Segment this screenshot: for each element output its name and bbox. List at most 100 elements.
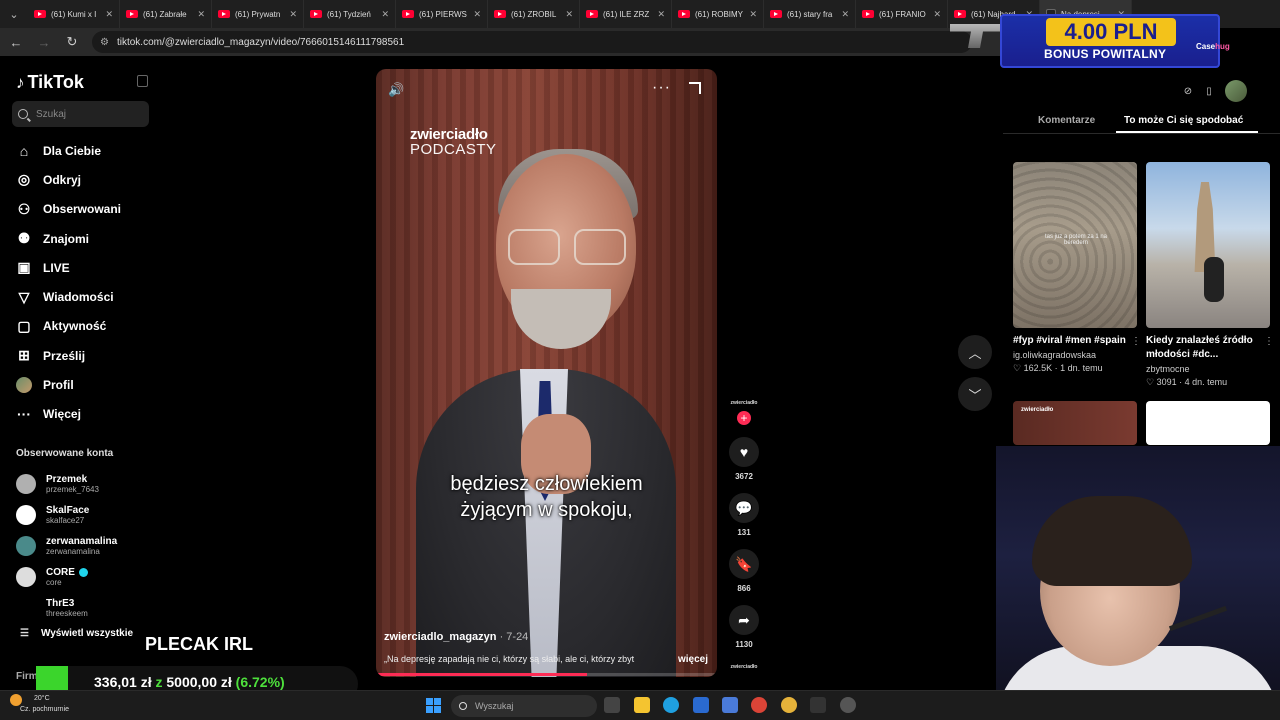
app-icon[interactable]: [840, 697, 856, 713]
recommended-card[interactable]: zwierciadło: [1013, 401, 1137, 445]
close-tab-icon[interactable]: ✕: [749, 9, 757, 20]
promo-logo-a: Case: [1196, 42, 1216, 51]
browser-tab[interactable]: (61) ILE ZRZ ✕: [580, 0, 672, 28]
store-icon[interactable]: [693, 697, 709, 713]
browser-tab[interactable]: (61) Zabrałe ✕: [120, 0, 212, 28]
card-menu-icon[interactable]: ⋮: [1131, 336, 1141, 347]
close-tab-icon[interactable]: ✕: [933, 9, 941, 20]
sidebar-item-profil[interactable]: Profil: [16, 370, 121, 399]
fullscreen-icon[interactable]: [689, 82, 701, 94]
browser-tab[interactable]: (61) ZROBIL ✕: [488, 0, 580, 28]
video-player[interactable]: zwierciadło PODCASTY 🔊 ··· będziesz czło…: [376, 69, 717, 677]
previous-video-chevron-up-icon[interactable]: ︿: [958, 335, 992, 369]
avatar: [16, 504, 36, 525]
sidebar-item-odkryj[interactable]: ◎ Odkryj: [16, 165, 121, 194]
task-view-icon[interactable]: [604, 697, 620, 713]
followed-account[interactable]: zerwanamalina zerwanamalina: [16, 530, 117, 561]
video-progress-bar[interactable]: [376, 673, 717, 676]
card-likes: 162.5K: [1023, 363, 1053, 373]
recommended-card[interactable]: [1146, 401, 1270, 445]
video-author[interactable]: zwierciadlo_magazyn · 7-24: [384, 631, 528, 643]
recommended-card[interactable]: tas juz a potem za 1 na beredern #fyp #v…: [1013, 162, 1141, 374]
browser-tab[interactable]: (61) stary fra ✕: [764, 0, 856, 28]
caption-more-button[interactable]: więcej: [678, 654, 708, 665]
bookmark-icon[interactable]: 🔖: [729, 549, 759, 579]
followed-account[interactable]: SkalFace skalface27: [16, 499, 117, 530]
taskbar-search[interactable]: Wyszukaj: [451, 695, 597, 717]
epic-games-icon[interactable]: [810, 697, 826, 713]
close-tab-icon[interactable]: ✕: [473, 9, 481, 20]
followed-account[interactable]: ThrE3 threeskeem: [16, 592, 117, 623]
creator-avatar[interactable]: zwierciadło: [725, 400, 763, 406]
chrome-active-icon[interactable]: [781, 697, 797, 713]
sidebar-item-wiadomości[interactable]: ▽ Wiadomości: [16, 282, 121, 311]
recommended-card[interactable]: Kiedy znalazłeś źródło młodości #dc... z…: [1146, 162, 1274, 388]
card-title[interactable]: #fyp #viral #men #spain: [1013, 334, 1131, 348]
volume-icon[interactable]: 🔊: [388, 82, 404, 98]
close-tab-icon[interactable]: ✕: [197, 9, 205, 20]
card-user[interactable]: zbytmocne: [1146, 364, 1270, 374]
browser-tab[interactable]: (61) Tydzień ✕: [304, 0, 396, 28]
explore-icon[interactable]: ⊘: [1179, 82, 1197, 100]
tab-comments[interactable]: Komentarze: [1038, 115, 1095, 126]
close-tab-icon[interactable]: ✕: [381, 9, 389, 20]
tab-search-icon[interactable]: ⌄: [0, 0, 28, 28]
more-options-icon[interactable]: ···: [652, 79, 671, 97]
verified-icon: [78, 567, 88, 577]
sidebar-item-więcej[interactable]: ··· Więcej: [16, 400, 121, 429]
forward-icon[interactable]: →: [32, 30, 56, 54]
comment-icon[interactable]: 💬: [729, 493, 759, 523]
close-tab-icon[interactable]: ✕: [565, 9, 573, 20]
browser-tab[interactable]: (61) PIERWS ✕: [396, 0, 488, 28]
sidebar-item-live[interactable]: ▣ LIVE: [16, 253, 121, 282]
weather-widget[interactable]: 20°C Cz. pochmurnie: [20, 693, 69, 715]
sidebar-item-dla-ciebie[interactable]: ⌂ Dla Ciebie: [16, 136, 121, 165]
close-tab-icon[interactable]: ✕: [105, 9, 113, 20]
tab-label: (61) PIERWS: [419, 9, 467, 19]
tab-label: (61) stary fra: [787, 9, 833, 19]
file-explorer-icon[interactable]: [634, 697, 650, 713]
close-tab-icon[interactable]: ✕: [657, 9, 665, 20]
user-avatar[interactable]: [1225, 80, 1247, 102]
followed-account[interactable]: CORE core: [16, 561, 117, 592]
card-thumbnail[interactable]: tas juz a potem za 1 na beredern: [1013, 162, 1137, 328]
chrome-icon[interactable]: [751, 697, 767, 713]
share-icon[interactable]: ➦: [729, 605, 759, 635]
card-title[interactable]: Kiedy znalazłeś źródło młodości #dc...: [1146, 334, 1264, 362]
back-icon[interactable]: ←: [4, 30, 28, 54]
card-user[interactable]: ig.oliwkagradowskaa: [1013, 350, 1137, 360]
sidebar-item-znajomi[interactable]: ⚉ Znajomi: [16, 224, 121, 253]
collapse-sidebar-icon[interactable]: [137, 75, 148, 87]
next-video-chevron-down-icon[interactable]: ﹀: [958, 377, 992, 411]
device-icon[interactable]: ▯: [1200, 82, 1218, 100]
url-field[interactable]: ⚙ tiktok.com/@zwierciadlo_magazyn/video/…: [92, 31, 972, 53]
card-thumbnail[interactable]: zwierciadło: [1013, 401, 1137, 445]
followed-account[interactable]: Przemek przemek_7643: [16, 468, 117, 499]
close-tab-icon[interactable]: ✕: [841, 9, 849, 20]
sidebar-item-prześlij[interactable]: ⊞ Prześlij: [16, 341, 121, 370]
see-all-button[interactable]: ☰ Wyświetl wszystkie: [20, 628, 133, 639]
follow-plus-icon[interactable]: +: [737, 411, 751, 425]
close-tab-icon[interactable]: ✕: [289, 9, 297, 20]
card-thumbnail[interactable]: [1146, 401, 1270, 445]
browser-tab[interactable]: (61) Kumi x I ✕: [28, 0, 120, 28]
tiktok-logo[interactable]: ♪ TikTok: [16, 72, 84, 93]
browser-tab[interactable]: (61) ROBIMY ✕: [672, 0, 764, 28]
search-input[interactable]: Szukaj: [12, 101, 149, 127]
windows-start-icon[interactable]: [426, 698, 441, 713]
sound-disc[interactable]: zwierciadło: [725, 664, 763, 670]
edge-icon[interactable]: [663, 697, 679, 713]
card-menu-icon[interactable]: ⋮: [1264, 336, 1274, 347]
sidebar-item-obserwowani[interactable]: ⚇ Obserwowani: [16, 195, 121, 224]
reload-icon[interactable]: ↻: [60, 30, 84, 54]
browser-tab[interactable]: (61) Prywatn ✕: [212, 0, 304, 28]
browser-tab[interactable]: (61) FRANIO ✕: [856, 0, 948, 28]
sidebar-item-aktywność[interactable]: ▢ Aktywność: [16, 312, 121, 341]
mail-icon[interactable]: [722, 697, 738, 713]
like-icon[interactable]: ♥: [729, 437, 759, 467]
site-info-icon[interactable]: ⚙: [100, 37, 109, 48]
author-handle[interactable]: zwierciadlo_magazyn: [384, 631, 497, 643]
tab-recommended[interactable]: To może Ci się spodobać: [1124, 115, 1243, 126]
card-thumbnail[interactable]: [1146, 162, 1270, 328]
goal-current: 336,01 zł: [94, 674, 152, 690]
